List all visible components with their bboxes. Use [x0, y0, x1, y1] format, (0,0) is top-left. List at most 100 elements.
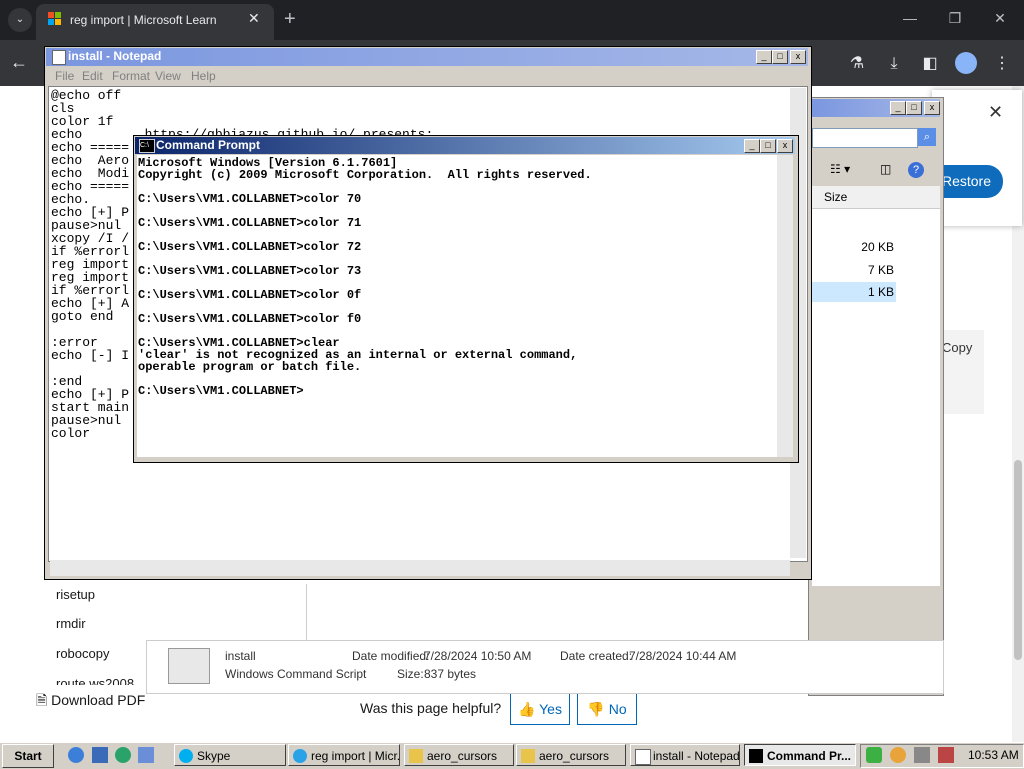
cmd-close-button[interactable]: x [777, 139, 793, 153]
size-column-header[interactable]: Size [824, 190, 847, 204]
download-pdf-link[interactable]: 🗎 Download PDF [36, 690, 145, 714]
search-icon[interactable]: ⌕ [918, 128, 936, 146]
notepad-maximize-button[interactable]: □ [772, 50, 788, 64]
task-notepad[interactable]: install - Notepad [630, 744, 740, 766]
console-line: Copyright (c) 2009 Microsoft Corporation… [138, 168, 592, 182]
browser-icon [293, 749, 307, 763]
task-label: aero_cursors [539, 749, 610, 763]
task-label: install - Notepad [653, 749, 740, 763]
notepad-line: echo [-] I [51, 348, 130, 363]
explorer-maximize-button[interactable]: □ [906, 101, 922, 115]
notepad-icon [635, 749, 651, 765]
side-link-rmdir[interactable]: rmdir [56, 616, 86, 631]
file-size: 20 KB [861, 240, 894, 254]
thumbs-down-icon: 👎 [587, 701, 609, 717]
menu-file[interactable]: File [55, 69, 74, 83]
folder-icon [521, 749, 535, 763]
menu-help[interactable]: Help [191, 69, 216, 83]
console-line: C:\Users\VM1.COLLABNET>color 73 [138, 264, 362, 278]
detail-file-type: Windows Command Script [225, 667, 367, 681]
date-modified-label: Date modified: [352, 649, 430, 663]
no-label: No [608, 701, 627, 717]
menu-format[interactable]: Format [112, 69, 150, 83]
task-folder-2[interactable]: aero_cursors [516, 744, 626, 766]
size-value: 837 bytes [424, 667, 477, 681]
flask-icon[interactable]: ⚗ [845, 52, 869, 76]
maximize-button[interactable]: ❐ [940, 10, 970, 27]
notepad-line: goto end [51, 309, 114, 324]
tab-title: reg import | Microsoft Learn [70, 13, 217, 27]
command-prompt-title: Command Prompt [156, 138, 261, 152]
console-line: C:\Users\VM1.COLLABNET>color 71 [138, 216, 362, 230]
notepad-horizontal-scrollbar[interactable] [50, 560, 790, 576]
task-skype[interactable]: Skype [174, 744, 286, 766]
menu-view[interactable]: View [155, 69, 181, 83]
profile-avatar[interactable] [955, 52, 977, 74]
file-size: 1 KB [867, 285, 894, 299]
explorer-nav-pane [146, 584, 307, 640]
notepad-minimize-button[interactable]: _ [756, 50, 772, 64]
cmd-vertical-scrollbar[interactable] [777, 155, 793, 457]
cmd-maximize-button[interactable]: □ [760, 139, 776, 153]
side-link-risetup[interactable]: risetup [56, 587, 95, 602]
volume-muted-icon[interactable] [938, 747, 954, 763]
console-line: C:\Users\VM1.COLLABNET>color 70 [138, 192, 362, 206]
help-icon[interactable]: ? [908, 162, 924, 178]
yes-button[interactable]: 👍 Yes [510, 693, 570, 725]
tab-search-button[interactable]: ⌄ [8, 8, 32, 32]
explorer-minimize-button[interactable]: _ [890, 101, 906, 115]
cmd-minimize-button[interactable]: _ [744, 139, 760, 153]
sidebar-icon[interactable]: ◧ [918, 52, 942, 76]
task-browser[interactable]: reg import | Micr... [288, 744, 400, 766]
task-folder-1[interactable]: aero_cursors [404, 744, 514, 766]
microsoft-logo-icon [48, 12, 62, 26]
search-tray-icon[interactable] [890, 747, 906, 763]
view-options-icon[interactable]: ☷ ▾ [830, 162, 850, 176]
menu-edit[interactable]: Edit [82, 69, 103, 83]
media-icon[interactable] [115, 747, 131, 763]
detail-file-name: install [225, 649, 256, 663]
console-line: C:\Users\VM1.COLLABNET> [138, 384, 304, 398]
security-icon[interactable] [866, 747, 882, 763]
new-tab-button[interactable]: + [284, 8, 296, 31]
notepad-line: color [51, 426, 91, 441]
script-file-icon [168, 648, 210, 684]
back-arrow-icon[interactable]: ← [10, 52, 28, 73]
close-button[interactable]: ✕ [985, 10, 1015, 27]
console-line: C:\Users\VM1.COLLABNET>color f0 [138, 312, 362, 326]
explorer-search-box[interactable] [812, 128, 918, 148]
console-line: C:\Users\VM1.COLLABNET>color 72 [138, 240, 362, 254]
preview-pane-icon[interactable]: ◫ [880, 162, 891, 176]
network-icon[interactable] [914, 747, 930, 763]
console-line: C:\Users\VM1.COLLABNET>color 0f [138, 288, 362, 302]
minimize-button[interactable]: — [895, 10, 925, 26]
page-scroll-thumb[interactable] [1014, 460, 1022, 660]
explorer-close-button[interactable]: x [924, 101, 940, 115]
date-modified-value: 7/28/2024 10:50 AM [424, 649, 532, 663]
document-icon: 🗎 [36, 692, 52, 708]
menu-icon[interactable]: ⋮ [990, 52, 1014, 76]
tab-close-icon[interactable]: ✕ [248, 10, 260, 27]
helpful-question: Was this page helpful? [360, 700, 502, 716]
yes-label: Yes [539, 701, 562, 717]
ie-icon[interactable] [68, 747, 84, 763]
task-label: Skype [197, 749, 231, 763]
thumbs-up-icon: 👍 [518, 701, 540, 717]
dialog-panel [932, 90, 1022, 226]
side-link-route[interactable]: route ws2008 [56, 676, 134, 685]
cmd-icon: C:\ [139, 139, 155, 153]
desktop-icon[interactable] [92, 747, 108, 763]
download-icon[interactable]: ⤓ [882, 52, 906, 76]
notepad-close-button[interactable]: x [790, 50, 806, 64]
task-command-prompt[interactable]: Command Pr... [744, 744, 856, 766]
cmd-icon [749, 749, 763, 763]
task-label: Command Pr... [767, 749, 852, 763]
download-pdf-label: Download PDF [51, 692, 146, 708]
start-button[interactable]: Start [2, 744, 54, 768]
no-button[interactable]: 👎 No [577, 693, 637, 725]
console-line: operable program or batch file. [138, 360, 362, 374]
notepad-title: install - Notepad [68, 49, 162, 63]
side-link-robocopy[interactable]: robocopy [56, 646, 109, 661]
dialog-close-icon[interactable]: ✕ [988, 102, 1003, 123]
explorer-icon[interactable] [138, 747, 154, 763]
